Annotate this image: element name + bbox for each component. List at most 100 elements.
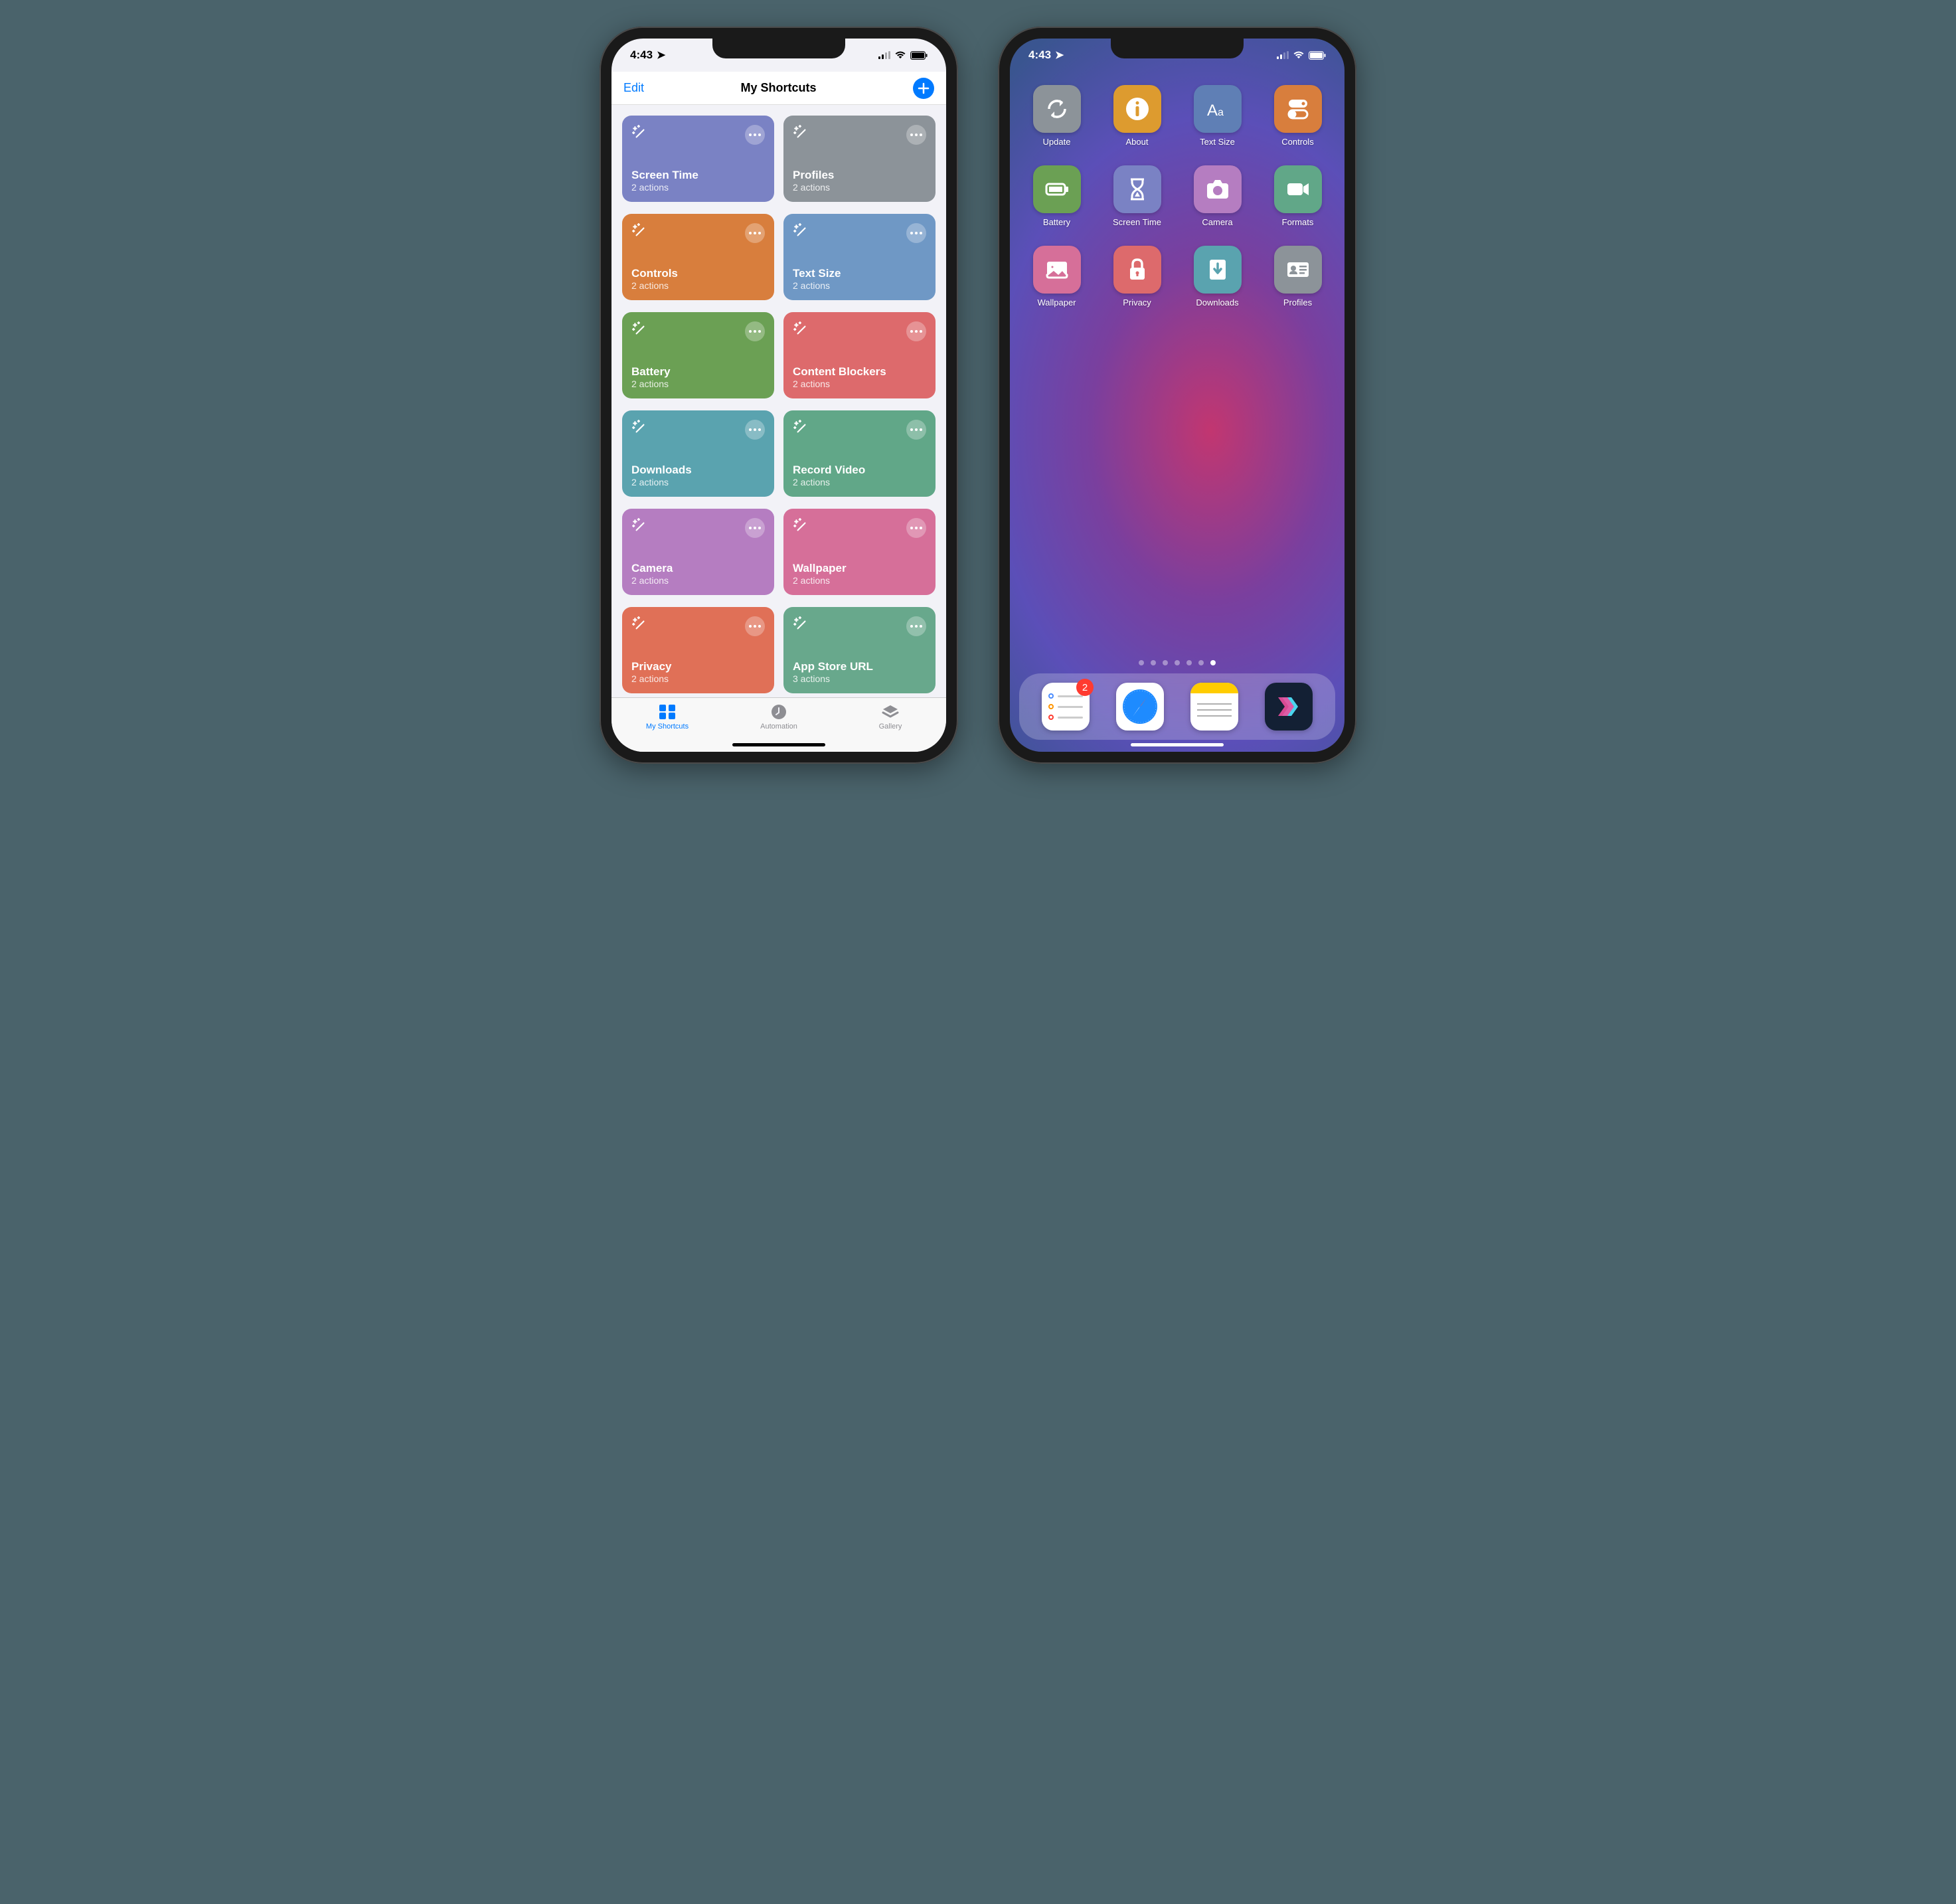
more-button[interactable] <box>906 223 926 243</box>
shortcut-card[interactable]: Camera 2 actions <box>622 509 774 595</box>
lock-icon <box>1113 246 1161 294</box>
page-dot[interactable] <box>1198 660 1204 665</box>
shortcut-card[interactable]: Downloads 2 actions <box>622 410 774 497</box>
shortcut-name: Battery <box>631 365 765 379</box>
status-time: 4:43 <box>1028 48 1051 62</box>
shortcut-actions: 2 actions <box>631 280 765 291</box>
page-dot[interactable] <box>1151 660 1156 665</box>
app-privacy[interactable]: Privacy <box>1102 246 1172 307</box>
dock-notes[interactable] <box>1190 683 1238 731</box>
shortcut-card[interactable]: Controls 2 actions <box>622 214 774 300</box>
page-title: My Shortcuts <box>741 81 817 95</box>
shortcut-actions: 2 actions <box>631 673 765 684</box>
shortcut-card[interactable]: Content Blockers 2 actions <box>783 312 936 398</box>
textsize-icon: Aa <box>1194 85 1242 133</box>
more-button[interactable] <box>906 420 926 440</box>
page-dot[interactable] <box>1139 660 1144 665</box>
shortcut-name: Text Size <box>793 267 926 280</box>
shortcut-actions: 2 actions <box>793 182 926 193</box>
more-button[interactable] <box>906 321 926 341</box>
wand-icon <box>631 223 649 240</box>
tab-my-shortcuts[interactable]: My Shortcuts <box>612 703 722 752</box>
shortcut-name: Privacy <box>631 660 765 673</box>
badge: 2 <box>1076 679 1094 696</box>
shortcut-card[interactable]: Battery 2 actions <box>622 312 774 398</box>
battery-icon <box>910 51 928 60</box>
shortcut-card[interactable]: Profiles 2 actions <box>783 116 936 202</box>
shortcut-card[interactable]: Wallpaper 2 actions <box>783 509 936 595</box>
shortcut-name: Camera <box>631 562 765 575</box>
tab-label: Automation <box>760 723 797 731</box>
add-button[interactable] <box>913 78 934 99</box>
battery-icon <box>1309 51 1326 60</box>
app-camera[interactable]: Camera <box>1182 165 1252 227</box>
app-label: Profiles <box>1283 298 1312 307</box>
shortcut-name: Record Video <box>793 464 926 477</box>
shortcut-card[interactable]: Screen Time 2 actions <box>622 116 774 202</box>
more-button[interactable] <box>745 321 765 341</box>
app-battery[interactable]: Battery <box>1022 165 1092 227</box>
app-label: Downloads <box>1196 298 1238 307</box>
more-button[interactable] <box>745 223 765 243</box>
tab-gallery[interactable]: Gallery <box>835 703 945 752</box>
app-wallpaper[interactable]: Wallpaper <box>1022 246 1092 307</box>
shortcut-name: Screen Time <box>631 169 765 182</box>
more-button[interactable] <box>745 125 765 145</box>
page-indicator[interactable] <box>1139 660 1216 665</box>
more-button[interactable] <box>906 616 926 636</box>
dock: 2 <box>1019 673 1335 740</box>
shortcut-name: Profiles <box>793 169 926 182</box>
app-text-size[interactable]: AaText Size <box>1182 85 1252 147</box>
shortcut-card[interactable]: Text Size 2 actions <box>783 214 936 300</box>
wand-icon <box>793 321 810 339</box>
shortcut-name: Controls <box>631 267 765 280</box>
tab-label: My Shortcuts <box>646 723 689 731</box>
page-dot[interactable] <box>1163 660 1168 665</box>
page-dot[interactable] <box>1186 660 1192 665</box>
more-button[interactable] <box>745 420 765 440</box>
app-screen-time[interactable]: Screen Time <box>1102 165 1172 227</box>
shortcut-name: App Store URL <box>793 660 926 673</box>
dock-shortcuts[interactable] <box>1265 683 1313 731</box>
app-controls[interactable]: Controls <box>1263 85 1333 147</box>
page-dot[interactable] <box>1210 660 1216 665</box>
shortcut-actions: 3 actions <box>793 673 926 684</box>
app-downloads[interactable]: Downloads <box>1182 246 1252 307</box>
page-dot[interactable] <box>1175 660 1180 665</box>
image-icon <box>1033 246 1081 294</box>
app-label: Camera <box>1202 217 1232 227</box>
dock-reminders[interactable]: 2 <box>1042 683 1090 731</box>
wand-icon <box>793 420 810 437</box>
shortcut-card[interactable]: Privacy 2 actions <box>622 607 774 693</box>
app-formats[interactable]: Formats <box>1263 165 1333 227</box>
wifi-icon <box>894 50 906 60</box>
more-button[interactable] <box>906 125 926 145</box>
shortcut-actions: 2 actions <box>631 477 765 487</box>
shortcut-actions: 2 actions <box>793 379 926 389</box>
nav-header: Edit My Shortcuts <box>611 72 946 105</box>
shortcut-card[interactable]: App Store URL 3 actions <box>783 607 936 693</box>
dock-safari[interactable] <box>1116 683 1164 731</box>
status-bar: 4:43➤ <box>611 39 946 72</box>
wand-icon <box>631 125 649 142</box>
more-button[interactable] <box>745 616 765 636</box>
clock-icon <box>770 703 788 721</box>
edit-button[interactable]: Edit <box>623 81 644 95</box>
tab-label: Gallery <box>879 723 902 731</box>
home-indicator[interactable] <box>1131 743 1224 746</box>
wand-icon <box>793 518 810 535</box>
wand-icon <box>631 321 649 339</box>
svg-text:a: a <box>1218 107 1224 118</box>
location-icon: ➤ <box>657 48 665 62</box>
home-grid: UpdateAboutAaText SizeControls BatteryScr… <box>1010 72 1345 321</box>
location-icon: ➤ <box>1055 48 1064 62</box>
shortcut-card[interactable]: Record Video 2 actions <box>783 410 936 497</box>
app-profiles[interactable]: Profiles <box>1263 246 1333 307</box>
more-button[interactable] <box>745 518 765 538</box>
status-bar: 4:43 ➤ <box>1010 39 1345 72</box>
app-update[interactable]: Update <box>1022 85 1092 147</box>
more-button[interactable] <box>906 518 926 538</box>
app-about[interactable]: About <box>1102 85 1172 147</box>
wifi-icon <box>1293 50 1305 60</box>
home-indicator[interactable] <box>732 743 825 746</box>
